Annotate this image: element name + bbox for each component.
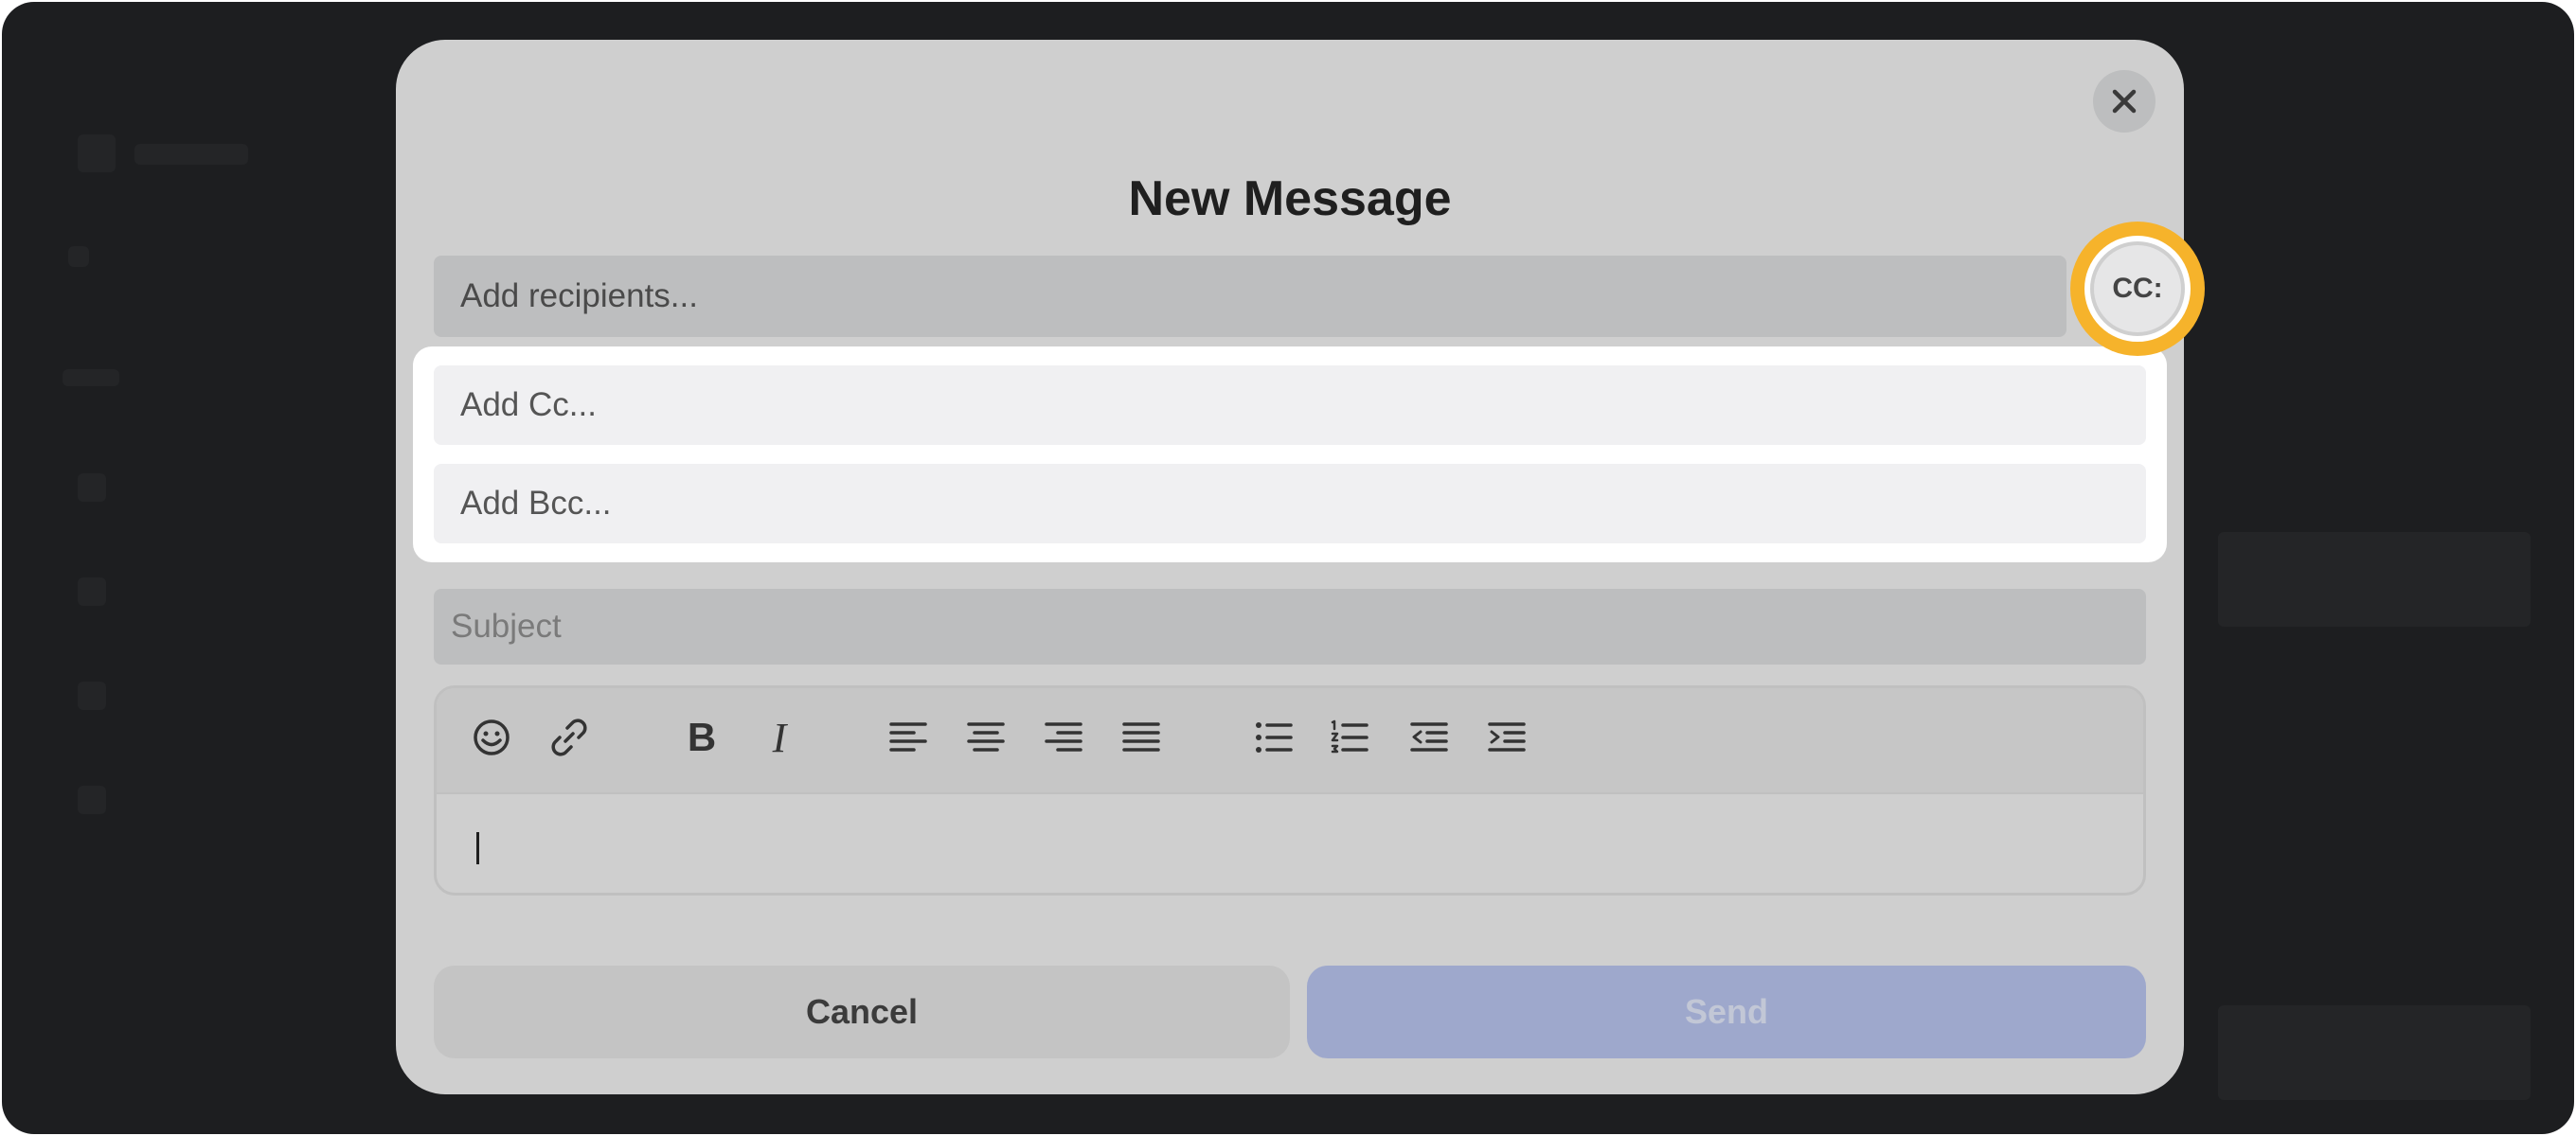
- message-body-editor[interactable]: B I: [434, 685, 2146, 896]
- italic-glyph: I: [772, 714, 787, 761]
- bold-glyph: B: [687, 715, 717, 759]
- close-button[interactable]: [2093, 70, 2156, 133]
- new-message-dialog: New Message Add recipients... Subject B …: [396, 40, 2184, 1094]
- recipients-input[interactable]: Add recipients...: [434, 256, 2066, 337]
- text-cursor: [476, 832, 479, 864]
- background-nav-item: [78, 786, 106, 814]
- cc-toggle-button[interactable]: CC:: [2084, 236, 2191, 342]
- background-nav-item: [134, 144, 248, 165]
- background-nav-item: [78, 134, 116, 172]
- background-nav-item: [63, 369, 119, 386]
- background-card: [2218, 1005, 2531, 1100]
- formatting-toolbar: B I: [437, 688, 2143, 794]
- background-nav-item: [78, 473, 106, 502]
- align-left-icon[interactable]: [882, 711, 935, 764]
- indent-icon[interactable]: [1480, 711, 1533, 764]
- numbered-list-icon[interactable]: [1323, 711, 1376, 764]
- bcc-input[interactable]: Add Bcc...: [434, 464, 2146, 543]
- align-justify-icon[interactable]: [1115, 711, 1168, 764]
- cc-input[interactable]: Add Cc...: [434, 365, 2146, 445]
- align-right-icon[interactable]: [1037, 711, 1090, 764]
- send-button[interactable]: Send: [1307, 966, 2146, 1058]
- link-icon[interactable]: [543, 711, 596, 764]
- background-nav-item: [78, 682, 106, 710]
- cc-bcc-panel: Add Cc... Add Bcc...: [413, 346, 2167, 562]
- cancel-button[interactable]: Cancel: [434, 966, 1290, 1058]
- italic-icon[interactable]: I: [753, 711, 806, 764]
- subject-input[interactable]: Subject: [434, 589, 2146, 665]
- background-nav-item: [68, 246, 89, 267]
- bullet-list-icon[interactable]: [1247, 711, 1300, 764]
- cc-toggle-label: CC:: [2094, 245, 2181, 332]
- background-nav-item: [78, 577, 106, 606]
- close-icon: [2112, 89, 2137, 114]
- dialog-title: New Message: [1128, 171, 1452, 226]
- emoji-icon[interactable]: [465, 711, 518, 764]
- background-card: [2218, 532, 2531, 627]
- bold-icon[interactable]: B: [675, 711, 728, 764]
- screen-frame: New Message Add recipients... Subject B …: [2, 2, 2574, 1134]
- cc-toggle-highlight: CC:: [2070, 222, 2205, 356]
- outdent-icon[interactable]: [1403, 711, 1456, 764]
- align-center-icon[interactable]: [959, 711, 1012, 764]
